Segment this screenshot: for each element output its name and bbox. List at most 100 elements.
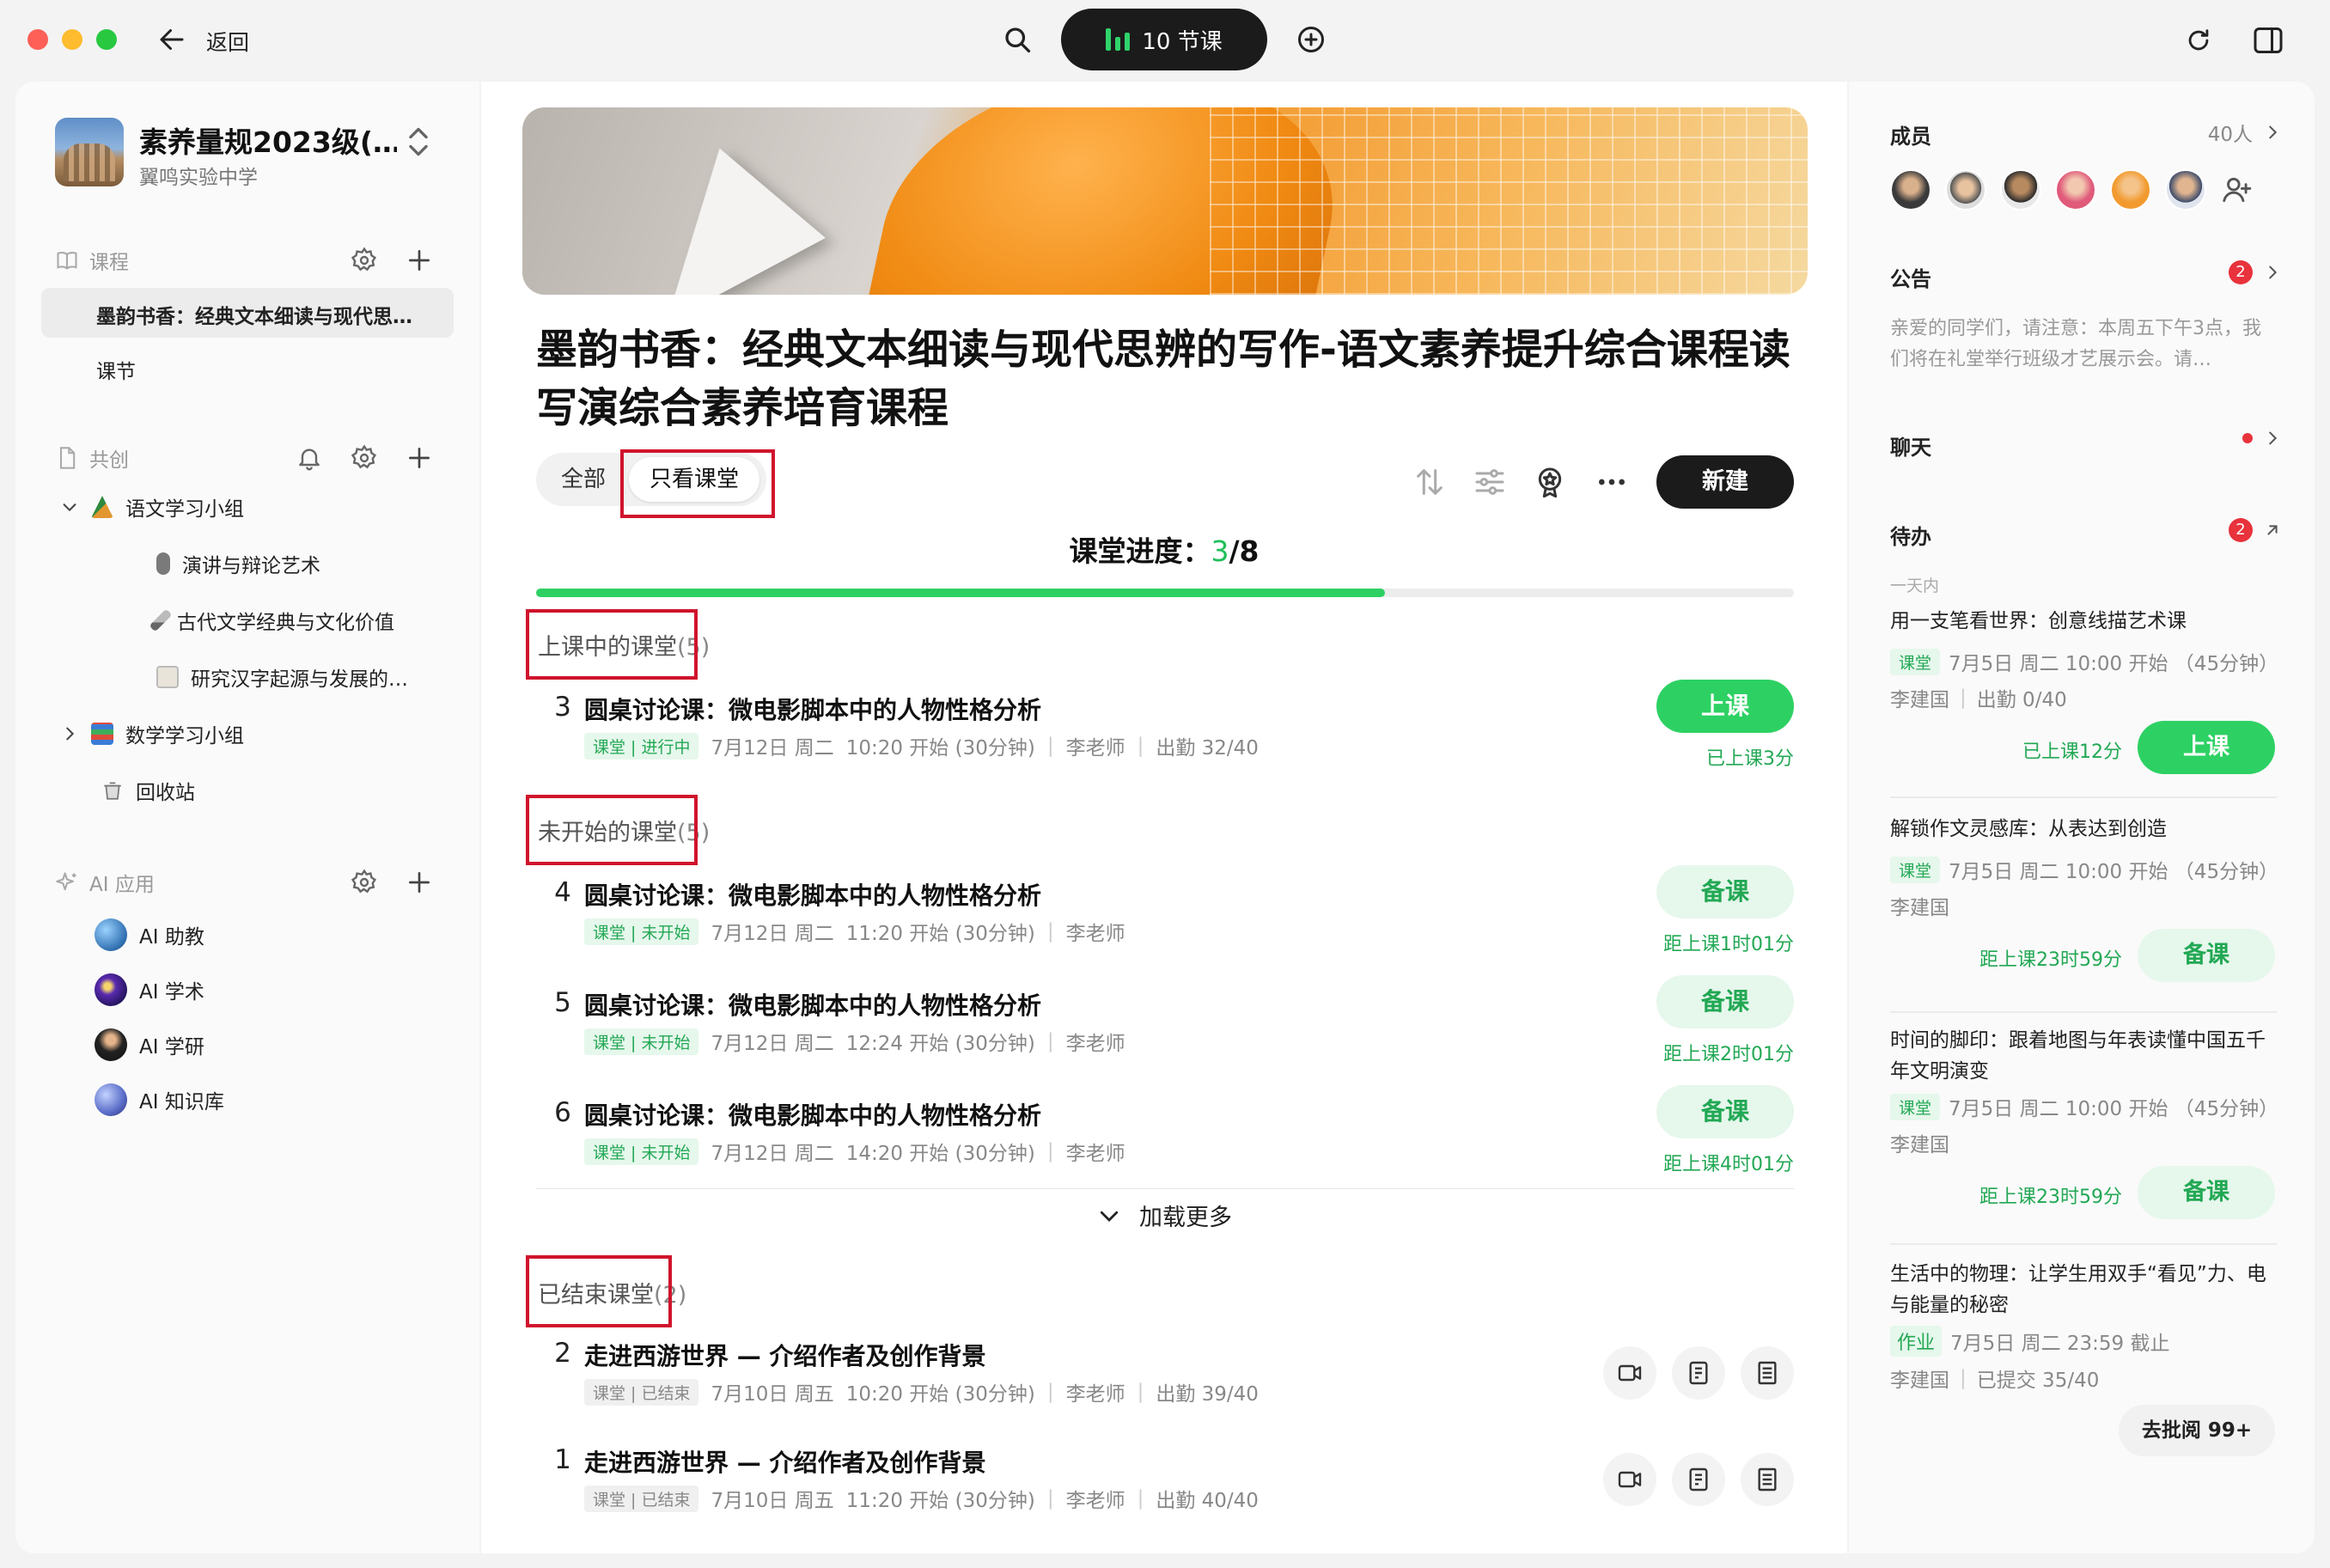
courses-section-header: 课程 (55, 245, 129, 276)
sidebar-group-chinese[interactable]: 语文学习小组 (60, 492, 244, 522)
avatar[interactable] (2055, 169, 2096, 210)
sidebar-subitem-literature[interactable]: 古代文学经典与文化价值 (149, 606, 394, 635)
report-button[interactable] (1672, 1346, 1725, 1400)
prepare-class-button[interactable]: 备课 (1656, 1085, 1794, 1138)
sidebar-toggle-icon[interactable] (2253, 26, 2284, 55)
separator: | (1137, 1487, 1144, 1510)
divider (1890, 796, 2277, 798)
sidebar-subitem-characters[interactable]: 研究汉字起源与发展的… (156, 662, 408, 692)
more-icon[interactable] (1595, 465, 1629, 499)
sidebar-ai-research[interactable]: AI 学研 (95, 1028, 204, 1061)
start-class-button[interactable]: 上课 (2138, 721, 2275, 774)
lesson-number: 5 (554, 987, 571, 1018)
filter-class-only-tab[interactable]: 只看课堂 (629, 457, 759, 502)
back-button-label[interactable]: 返回 (206, 26, 249, 57)
main-content: 墨韵书香：经典文本细读与现代思辨的写作-语文素养提升综合课程读写演综合素养培育课… (481, 82, 1847, 1553)
todo-title[interactable]: 时间的脚印：跟着地图与年表读懂中国五千年文明演变 (1890, 1025, 2277, 1087)
todo-title[interactable]: 解锁作文灵感库：从表达到创造 (1890, 814, 2277, 845)
video-record-button[interactable] (1603, 1346, 1656, 1400)
notes-button[interactable] (1741, 1346, 1794, 1400)
lesson-count-pill[interactable]: 10 节课 (1061, 9, 1267, 70)
sidebar-ai-knowledge[interactable]: AI 知识库 (95, 1083, 224, 1116)
report-button[interactable] (1672, 1453, 1725, 1506)
plus-icon[interactable] (406, 247, 433, 274)
minimize-window-button[interactable] (62, 29, 82, 50)
prepare-class-button[interactable]: 备课 (2138, 929, 2275, 982)
avatar[interactable] (2165, 169, 2206, 210)
prepare-class-button[interactable]: 备课 (1656, 865, 1794, 918)
avatar[interactable] (1890, 169, 1931, 210)
lesson-title[interactable]: 圆桌讨论课：微电影脚本中的人物性格分析 (584, 692, 1041, 726)
zoom-window-button[interactable] (96, 29, 117, 50)
lesson-title[interactable]: 圆桌讨论课：微电影脚本中的人物性格分析 (584, 877, 1041, 912)
lesson-title[interactable]: 圆桌讨论课：微电影脚本中的人物性格分析 (584, 1097, 1041, 1132)
award-icon[interactable] (1533, 465, 1567, 499)
sidebar-ai-academic[interactable]: AI 学术 (95, 973, 204, 1006)
prepare-class-button[interactable]: 备课 (1656, 975, 1794, 1028)
review-button[interactable]: 去批阅 99+ (2119, 1405, 2275, 1456)
school-avatar[interactable] (55, 118, 124, 186)
notice-text[interactable]: 亲爱的同学们，请注意：本周五下午3点，我们将在礼堂举行班级才艺展示会。请… (1890, 314, 2277, 375)
gear-icon[interactable] (351, 444, 378, 472)
lesson-title[interactable]: 走进西游世界 — 介绍作者及创作背景 (584, 1444, 986, 1479)
tent-icon (91, 496, 113, 518)
todo-meta: 课堂 7月5日 周二 10:00 开始 （45分钟） (1890, 1092, 2278, 1121)
sidebar-ai-assistant[interactable]: AI 助教 (95, 918, 204, 951)
notes-button[interactable] (1741, 1453, 1794, 1506)
filter-all-tab[interactable]: 全部 (536, 453, 631, 506)
sidebar-item-lessons[interactable]: 课节 (96, 355, 136, 384)
chat-label: 聊天 (1890, 436, 1931, 460)
close-window-button[interactable] (27, 29, 48, 50)
chevron-right-icon[interactable] (60, 724, 79, 743)
todo-tag: 课堂 (1890, 1093, 1941, 1120)
start-class-button[interactable]: 上课 (1656, 680, 1794, 733)
lesson-attendance: 出勤 32/40 (1156, 737, 1259, 760)
video-record-button[interactable] (1603, 1453, 1656, 1506)
lesson-date: 7月12日 周二 (711, 923, 834, 945)
prepare-class-button[interactable]: 备课 (2138, 1166, 2275, 1219)
filter-sliders-icon[interactable] (1473, 465, 1507, 499)
avatar[interactable] (1945, 169, 1986, 210)
lesson-title[interactable]: 圆桌讨论课：微电影脚本中的人物性格分析 (584, 987, 1041, 1022)
sidebar-subitem-speech[interactable]: 演讲与辩论艺术 (156, 549, 320, 578)
refresh-icon[interactable] (2184, 26, 2213, 55)
left-sidebar: 素养量规2023级(… 翼鸣实验中学 课程 墨韵书香：经典文本细读与现代思… 课… (15, 82, 479, 1553)
search-icon[interactable] (1002, 24, 1033, 55)
plus-icon[interactable] (406, 869, 433, 896)
subitem-label: 演讲与辩论艺术 (182, 555, 320, 577)
gear-icon[interactable] (351, 247, 378, 274)
todo-title[interactable]: 用一支笔看世界：创意线描艺术课 (1890, 606, 2277, 637)
bell-icon[interactable] (296, 444, 323, 472)
sidebar-course-active-label[interactable]: 墨韵书香：经典文本细读与现代思… (96, 300, 412, 329)
report-document-icon (1689, 1361, 1708, 1385)
notice-link[interactable]: 2 (2229, 260, 2282, 284)
new-button[interactable]: 新建 (1656, 455, 1794, 509)
trash-icon (104, 782, 121, 800)
gear-icon[interactable] (351, 869, 378, 896)
chat-link[interactable] (2242, 429, 2282, 448)
school-name[interactable]: 素养量规2023级(… (139, 119, 397, 161)
avatar[interactable] (2000, 169, 2041, 210)
chevron-down-icon[interactable] (60, 497, 79, 516)
todo-title[interactable]: 生活中的物理：让学生用双手“看见”力、电与能量的秘密 (1890, 1259, 2277, 1321)
members-link[interactable]: 40人 (2208, 118, 2282, 147)
group-title-text: 未开始的课堂 (538, 820, 677, 846)
sidebar-item-trash[interactable]: 回收站 (101, 776, 195, 805)
notice-label: 公告 (1890, 267, 1931, 291)
lesson-title[interactable]: 走进西游世界 — 介绍作者及创作背景 (584, 1338, 986, 1372)
lesson-date: 7月12日 周二 (711, 1143, 834, 1165)
group-label: 语文学习小组 (125, 498, 244, 521)
lesson-count-label: 10 节课 (1142, 28, 1223, 55)
sidebar-group-math[interactable]: 数学学习小组 (60, 719, 244, 748)
back-arrow-icon[interactable] (156, 24, 187, 55)
plus-icon[interactable] (406, 444, 433, 472)
avatar[interactable] (2110, 169, 2151, 210)
lesson-status-tag: 课堂 | 未开始 (584, 1028, 699, 1055)
load-more-button[interactable]: 加载更多 (481, 1199, 1847, 1232)
add-circle-icon[interactable] (1296, 24, 1327, 55)
chevron-updown-icon[interactable] (406, 125, 431, 159)
sort-icon[interactable] (1412, 465, 1447, 499)
todo-link[interactable]: 2 (2229, 518, 2282, 542)
todo-sub: 李建国 | 已提交 35/40 (1890, 1364, 2099, 1393)
add-member-icon[interactable] (2220, 174, 2253, 206)
